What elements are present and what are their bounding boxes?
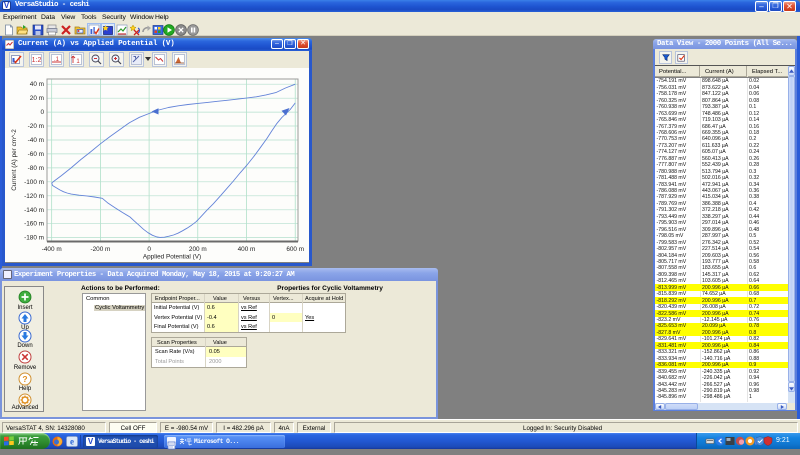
svg-text:40 m: 40 m bbox=[30, 81, 44, 88]
svg-text:-40 m: -40 m bbox=[28, 137, 44, 144]
svg-text:-20 m: -20 m bbox=[28, 123, 44, 130]
svg-text:Current (A) per cm^-2: Current (A) per cm^-2 bbox=[11, 129, 18, 191]
svg-text:20 m: 20 m bbox=[30, 95, 44, 102]
svg-text:?: ? bbox=[22, 374, 27, 384]
svg-text:200 m: 200 m bbox=[189, 246, 207, 253]
svg-text:600 m: 600 m bbox=[286, 246, 304, 253]
svg-text:-140 m: -140 m bbox=[24, 207, 44, 214]
svg-text:-180 m: -180 m bbox=[24, 235, 44, 242]
svg-text:-160 m: -160 m bbox=[24, 221, 44, 228]
svg-text:-100 m: -100 m bbox=[24, 179, 44, 186]
svg-text:-120 m: -120 m bbox=[24, 193, 44, 200]
svg-text:Applied Potential (V): Applied Potential (V) bbox=[143, 254, 201, 261]
svg-text:-80 m: -80 m bbox=[28, 165, 44, 172]
svg-text:-400 m: -400 m bbox=[42, 246, 62, 253]
svg-text:-200 m: -200 m bbox=[90, 246, 110, 253]
svg-text:-60 m: -60 m bbox=[28, 151, 44, 158]
svg-text:.1: .1 bbox=[54, 57, 60, 63]
svg-text:400 m: 400 m bbox=[238, 246, 256, 253]
svg-text:0: 0 bbox=[147, 246, 151, 253]
svg-text:e: e bbox=[70, 437, 74, 447]
svg-text:0: 0 bbox=[40, 109, 44, 116]
svg-text:1:2: 1:2 bbox=[32, 57, 42, 64]
